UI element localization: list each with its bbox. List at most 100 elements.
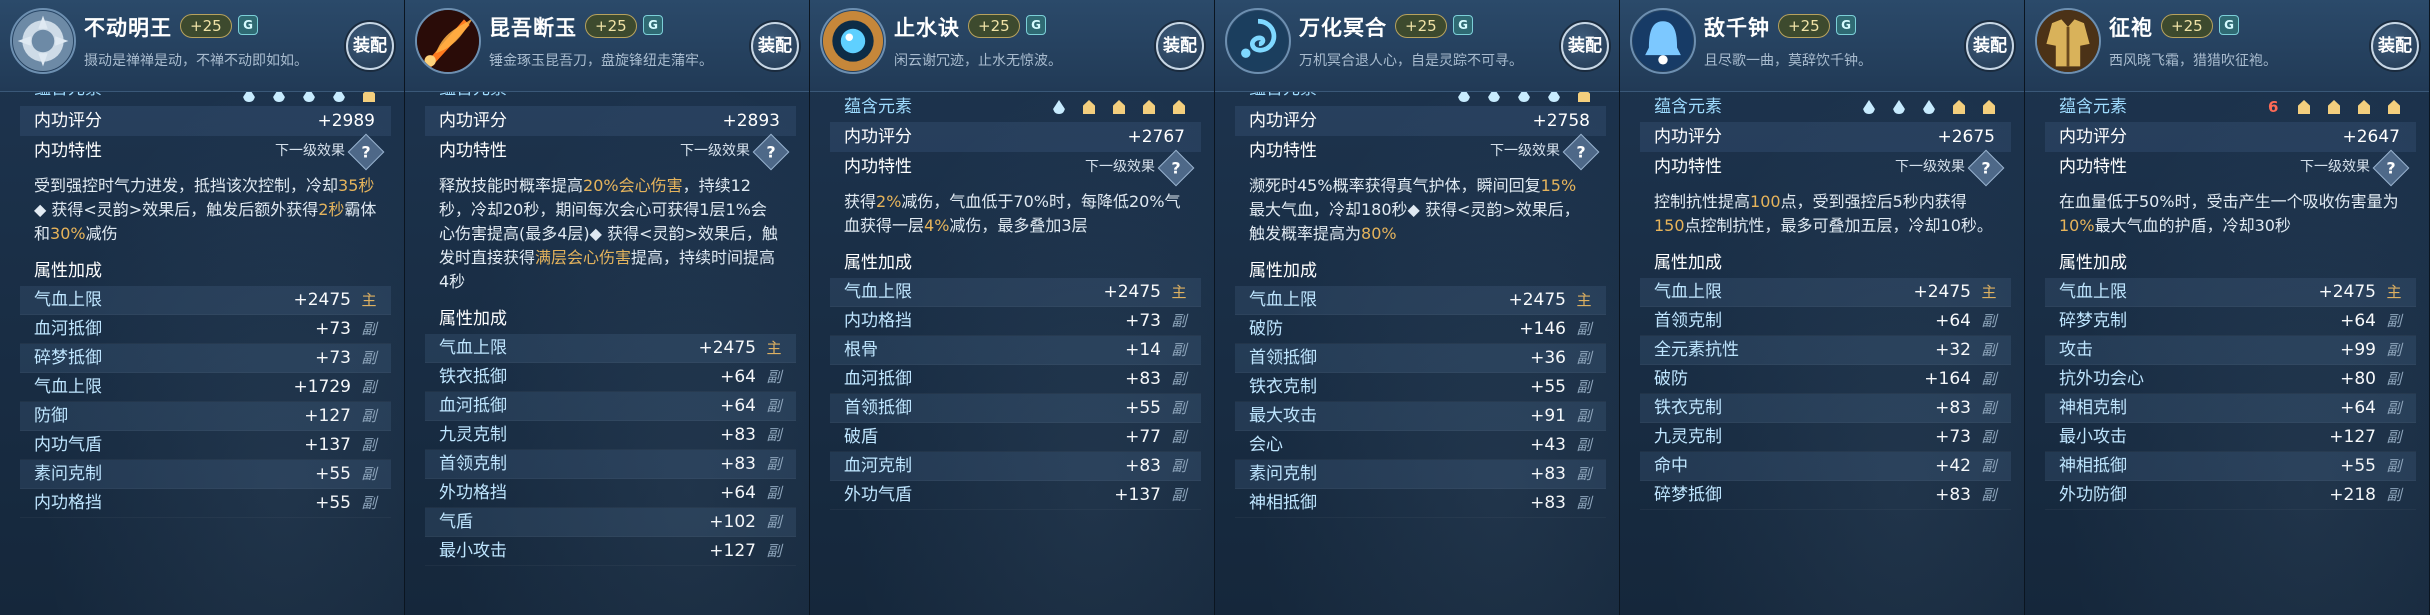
- main-stat-tag: 主: [361, 291, 377, 309]
- attribute-name: 破盾: [844, 427, 878, 447]
- skill-header: 敌千钟 +25 G 且尽歌一曲，莫辞饮千钟。 装配: [1620, 0, 2024, 92]
- bell-icon: [1630, 8, 1696, 74]
- sub-stat-tag: 副: [1981, 428, 1997, 446]
- element-label: 蕴含元素: [2059, 97, 2127, 117]
- trait-description: 控制抗性提高100点，受到强控后5秒内获得 150点控制抗性，最多可叠加五层，冷却…: [1640, 184, 2011, 246]
- skill-panel: 征袍 +25 G 西风晓飞霜，猎猎吹征袍。 装配 蕴含元素 6 内功评分 +2647 内功特性 下一…: [2025, 0, 2430, 615]
- earth-element-icon: [1578, 92, 1590, 102]
- grade-badge: G: [1453, 15, 1473, 35]
- sub-stat-tag: 副: [1576, 494, 1592, 512]
- skill-description: 且尽歌一曲，莫辞饮千钟。: [1704, 53, 1872, 69]
- grade-badge: G: [238, 15, 258, 35]
- element-row: 蕴含元素: [830, 92, 1201, 122]
- attribute-name: 铁衣克制: [1654, 398, 1722, 418]
- attribute-value: +64: [2340, 311, 2376, 331]
- attribute-value: +64: [720, 367, 756, 387]
- trait-label: 内功特性: [34, 141, 102, 161]
- water-element-icon: [273, 92, 285, 102]
- water-element-icon: [333, 92, 345, 102]
- help-icon[interactable]: ?: [347, 133, 385, 171]
- attribute-row: 防御 +127 副: [20, 402, 391, 431]
- main-stat-tag: 主: [1171, 283, 1187, 301]
- attribute-list: 气血上限 +2475 主内功格挡 +73 副根骨 +14 副血河抵御 +83 副首领抵御 +55 副…: [830, 278, 1201, 510]
- attribute-row: 气盾 +102 副: [425, 508, 796, 537]
- element-count-icon: 6: [2268, 98, 2279, 116]
- equip-button[interactable]: 装配: [1156, 22, 1204, 70]
- attribute-row: 血河抵御 +83 副: [830, 365, 1201, 394]
- skill-details: 蕴含元素 内功评分 +2675 内功特性 下一级效果? 控制抗性提高100点，受到强控后5…: [1620, 92, 2024, 615]
- sub-stat-tag: 副: [1576, 378, 1592, 396]
- attribute-row: 神相抵御 +55 副: [2045, 452, 2416, 481]
- sub-stat-tag: 副: [1981, 486, 1997, 504]
- score-value: +2758: [1532, 111, 1590, 131]
- sub-stat-tag: 副: [2386, 399, 2402, 417]
- attribute-value: +146: [1519, 319, 1566, 339]
- attribute-row: 内功气盾 +137 副: [20, 431, 391, 460]
- sub-stat-tag: 副: [1171, 341, 1187, 359]
- attribute-row: 神相抵御 +83 副: [1235, 489, 1606, 518]
- element-icons: [243, 92, 375, 102]
- element-row: 蕴含元素: [1235, 92, 1606, 106]
- trait-label: 内功特性: [439, 141, 507, 161]
- highlight-value: 150: [1654, 216, 1685, 235]
- attribute-header: 属性加成: [1654, 253, 1722, 273]
- skill-details: 蕴含元素 6 内功评分 +2647 内功特性 下一级效果? 在血量低于50%时，受击产生一个…: [2025, 92, 2429, 615]
- element-icons: 6: [2268, 98, 2400, 116]
- sub-stat-tag: 副: [361, 378, 377, 396]
- grade-badge: G: [643, 15, 663, 35]
- skill-panel: 不动明王+25G摄动是禅禅是动，不禅不动即如如。装配蕴含元素内功评分+2989内…: [0, 0, 405, 615]
- attribute-value: +83: [1530, 493, 1566, 513]
- equip-button[interactable]: 装配: [1966, 22, 2014, 70]
- attribute-name: 命中: [1654, 456, 1688, 476]
- score-row: 内功评分 +2767: [830, 122, 1201, 152]
- trait-text: 点，受到强控后5秒内获得: [1780, 192, 1967, 211]
- trait-text: ◆ 获得<灵韵>效果后，触发后额外获得: [34, 200, 319, 219]
- attribute-value: +64: [1935, 311, 1971, 331]
- next-level-label[interactable]: 下一级效果: [275, 136, 345, 166]
- attribute-row: 碎梦抵御 +83 副: [1640, 481, 2011, 510]
- equip-button[interactable]: 装配: [346, 22, 394, 70]
- trait-text: 控制抗性提高: [1654, 192, 1751, 211]
- sub-stat-tag: 副: [766, 426, 782, 444]
- next-level-label[interactable]: 下一级效果: [1895, 152, 1965, 182]
- skill-name: 万化冥合: [1299, 16, 1387, 40]
- next-level-label[interactable]: 下一级效果: [1085, 152, 1155, 182]
- help-icon[interactable]: ?: [1157, 149, 1195, 187]
- help-icon[interactable]: ?: [2372, 149, 2410, 187]
- highlight-value: 35秒: [338, 176, 375, 195]
- sub-stat-tag: 副: [766, 397, 782, 415]
- help-icon[interactable]: ?: [1562, 133, 1600, 171]
- attribute-row: 根骨 +14 副: [830, 336, 1201, 365]
- water-element-icon: [1548, 92, 1560, 102]
- score-row: 内功评分 +2675: [1640, 122, 2011, 152]
- equip-button[interactable]: 装配: [751, 22, 799, 70]
- next-level-label[interactable]: 下一级效果: [680, 136, 750, 166]
- help-icon[interactable]: ?: [752, 133, 790, 171]
- trait-row: 内功特性 下一级效果?: [2045, 149, 2416, 187]
- attribute-row: 首领克制 +64 副: [1640, 307, 2011, 336]
- attribute-value: +64: [2340, 398, 2376, 418]
- level-badge: +25: [1778, 14, 1830, 38]
- equip-button[interactable]: 装配: [2371, 22, 2419, 70]
- next-level-label[interactable]: 下一级效果: [2300, 152, 2370, 182]
- equip-button[interactable]: 装配: [1561, 22, 1609, 70]
- sub-stat-tag: 副: [361, 407, 377, 425]
- attribute-row: 气血上限 +2475 主: [425, 334, 796, 363]
- attribute-value: +91: [1530, 406, 1566, 426]
- element-icons: [1458, 92, 1590, 102]
- attribute-row: 会心 +43 副: [1235, 431, 1606, 460]
- trait-text: 获得: [844, 192, 877, 211]
- attribute-value: +83: [1935, 398, 1971, 418]
- next-level-label[interactable]: 下一级效果: [1490, 136, 1560, 166]
- score-label: 内功评分: [2059, 127, 2127, 147]
- help-icon[interactable]: ?: [1967, 149, 2005, 187]
- skill-details: 蕴含元素内功评分+2989内功特性下一级效果?受到强控时气力进发，抵挡该次控制，…: [0, 92, 404, 615]
- sub-stat-tag: 副: [1981, 457, 1997, 475]
- attribute-row: 首领抵御 +36 副: [1235, 344, 1606, 373]
- earth-element-icon: [2388, 100, 2400, 114]
- attribute-header: 属性加成: [2059, 253, 2127, 273]
- attribute-value: +83: [720, 454, 756, 474]
- attribute-value: +127: [709, 541, 756, 561]
- skill-panel: 昆吾断玉+25G锤金琢玉昆吾刀，盘旋锋纽走蒲牢。装配蕴含元素内功评分+2893内…: [405, 0, 810, 615]
- element-label: 蕴含元素: [1249, 92, 1317, 104]
